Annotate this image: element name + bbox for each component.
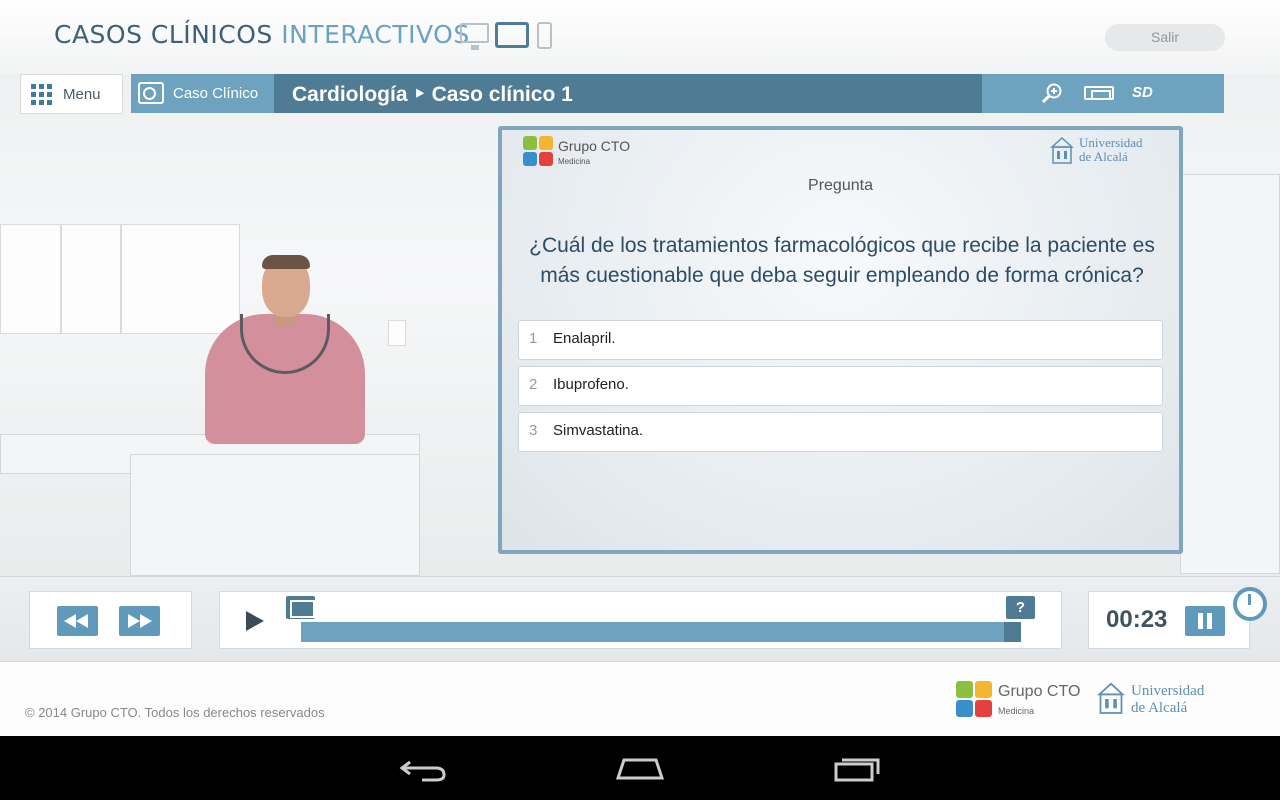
navigation-controls xyxy=(29,591,192,649)
case-title: Cardiología ‣ Caso clínico 1 xyxy=(292,83,573,106)
exit-button[interactable]: Salir xyxy=(1105,24,1225,51)
footer-grupo-cto-sub: Medicina xyxy=(998,706,1035,716)
player-controls: ? 00:23 xyxy=(0,576,1280,662)
university-line2: de Alcalá xyxy=(1079,149,1128,164)
answer-number: 3 xyxy=(529,422,538,439)
answer-text: Ibuprofeno. xyxy=(553,376,629,393)
university-crest-icon xyxy=(1050,137,1074,164)
footer-grupo-cto-name: Grupo CTO xyxy=(998,683,1081,700)
footer-university-name: Universidad de Alcalá xyxy=(1131,683,1204,717)
fast-forward-icon-part xyxy=(140,614,152,628)
fast-forward-icon xyxy=(128,614,140,628)
menu-button[interactable]: Menu xyxy=(20,74,123,114)
answer-text: Simvastatina. xyxy=(553,422,644,439)
examination-table xyxy=(130,454,420,576)
question-marker[interactable]: ? xyxy=(1006,596,1035,619)
answer-option-3[interactable]: 3 Simvastatina. xyxy=(518,412,1163,452)
footer-university-crest-icon xyxy=(1097,682,1125,714)
app-header: CASOS CLÍNICOS INTERACTIVOS Salir xyxy=(0,0,1280,74)
university-name: Universidad de Alcalá xyxy=(1079,136,1143,164)
grupo-cto-name: Grupo CTO xyxy=(558,138,631,154)
recent-apps-icon[interactable] xyxy=(830,750,886,786)
right-door xyxy=(1180,174,1280,574)
rewind-button[interactable] xyxy=(57,606,98,636)
case-bar: Caso Clínico Cardiología ‣ Caso clínico … xyxy=(131,74,1224,113)
case-title-bar: Cardiología ‣ Caso clínico 1 xyxy=(274,74,982,113)
wall-switch xyxy=(388,320,406,346)
shelf-divider xyxy=(120,224,122,334)
grupo-cto-logo xyxy=(523,136,555,167)
doctor-hair xyxy=(262,255,310,269)
footer-grupo-cto-logo xyxy=(956,681,992,717)
shelf-divider xyxy=(60,224,62,334)
image-marker-icon[interactable] xyxy=(286,596,315,619)
case-tab-label: Caso Clínico xyxy=(173,85,259,102)
footer-university-line1: Universidad xyxy=(1131,683,1205,699)
progress-track[interactable] xyxy=(301,622,1021,642)
university-line1: Universidad xyxy=(1079,135,1143,150)
rewind-icon-part xyxy=(76,614,88,628)
timeline: ? xyxy=(219,591,1062,649)
case-tab[interactable]: Caso Clínico xyxy=(131,74,274,113)
footer: © 2014 Grupo CTO. Todos los derechos res… xyxy=(0,662,1280,736)
answer-option-1[interactable]: 1 Enalapril. xyxy=(518,320,1163,360)
elapsed-time: 00:23 xyxy=(1106,606,1168,633)
stopwatch-icon xyxy=(1233,587,1267,621)
menu-label: Menu xyxy=(63,86,101,103)
grupo-cto-sub: Medicina xyxy=(558,157,591,166)
fit-screen-icon[interactable] xyxy=(1084,86,1114,100)
question-heading: Pregunta xyxy=(808,177,873,194)
pause-button[interactable] xyxy=(1185,606,1225,636)
android-navigation-bar xyxy=(0,736,1280,800)
progress-handle[interactable] xyxy=(1004,622,1021,642)
zoom-in-icon[interactable] xyxy=(1041,82,1063,104)
fast-forward-button[interactable] xyxy=(119,606,160,636)
time-controls: 00:23 xyxy=(1088,591,1250,649)
rewind-icon xyxy=(64,614,76,628)
quality-toggle[interactable]: SD xyxy=(1132,84,1153,101)
answer-number: 1 xyxy=(529,330,538,347)
app-title-part2: INTERACTIVOS xyxy=(281,20,470,49)
answer-option-2[interactable]: 2 Ibuprofeno. xyxy=(518,366,1163,406)
home-icon[interactable] xyxy=(612,750,668,786)
question-text: ¿Cuál de los tratamientos farmacológicos… xyxy=(529,234,1155,287)
copyright: © 2014 Grupo CTO. Todos los derechos res… xyxy=(25,705,325,720)
play-button[interactable] xyxy=(246,611,264,631)
back-icon[interactable] xyxy=(396,750,452,786)
app-title-part1: CASOS CLÍNICOS xyxy=(54,20,273,49)
film-icon xyxy=(138,82,164,104)
footer-university-line2: de Alcalá xyxy=(1131,700,1188,716)
answer-text: Enalapril. xyxy=(553,330,616,347)
answer-number: 2 xyxy=(529,376,538,393)
tablet-view-icon[interactable] xyxy=(495,22,529,48)
question-panel: Grupo CTO Medicina Universidad de Alcalá… xyxy=(498,126,1183,554)
grid-menu-icon xyxy=(31,84,52,105)
app-title: CASOS CLÍNICOS INTERACTIVOS xyxy=(54,20,470,49)
desktop-view-icon[interactable] xyxy=(460,23,489,50)
phone-view-icon[interactable] xyxy=(537,22,552,49)
